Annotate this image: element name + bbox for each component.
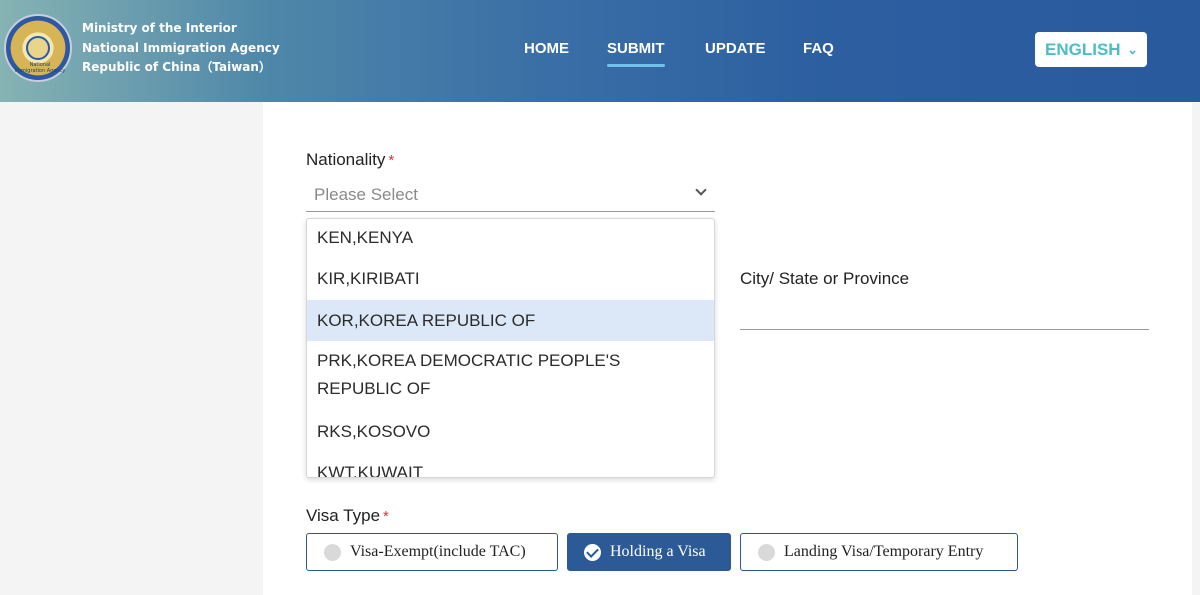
option-prk-line-1: PRK,KOREA DEMOCRATIC PEOPLE'S: [317, 351, 621, 370]
nationality-select[interactable]: Please Select: [306, 182, 715, 212]
visa-type-label-text: Visa Type: [306, 506, 381, 525]
option-kir[interactable]: KIR,KIRIBATI: [307, 259, 714, 299]
check-circle-icon: [584, 544, 601, 561]
option-prk[interactable]: PRK,KOREA DEMOCRATIC PEOPLE'S REPUBLIC O…: [307, 341, 714, 413]
city-label: City/ State or Province: [740, 269, 910, 288]
landing-visa-option[interactable]: Landing Visa/Temporary Entry: [740, 533, 1018, 571]
nav-update[interactable]: UPDATE: [705, 40, 766, 57]
required-mark: *: [383, 508, 389, 525]
city-input[interactable]: [740, 305, 1149, 330]
language-label: ENGLISH: [1045, 40, 1121, 59]
holding-visa-option[interactable]: Holding a Visa: [567, 533, 731, 571]
option-rks[interactable]: RKS,KOSOVO: [307, 412, 714, 452]
option-kor[interactable]: KOR,KOREA REPUBLIC OF: [307, 300, 714, 341]
language-select[interactable]: ENGLISH ⌄: [1035, 32, 1147, 67]
option-ken[interactable]: KEN,KENYA: [307, 219, 714, 259]
visa-exempt-label: Visa-Exempt(include TAC): [350, 543, 526, 560]
option-prk-line-2: REPUBLIC OF: [317, 379, 431, 398]
visa-type-label: Visa Type *: [306, 506, 389, 526]
nationality-label: Nationality *: [306, 150, 394, 170]
radio-icon: [324, 544, 341, 561]
agency-line-3: Republic of China（Taiwan）: [82, 60, 271, 74]
chevron-down-icon: ⌄: [1127, 42, 1138, 57]
nav-submit[interactable]: SUBMIT: [607, 40, 665, 67]
required-mark: *: [388, 152, 395, 169]
agency-name: Ministry of the Interior National Immigr…: [82, 19, 280, 78]
agency-logo[interactable]: National Immigration Agency: [4, 14, 72, 82]
holding-visa-label: Holding a Visa: [610, 543, 706, 560]
landing-visa-label: Landing Visa/Temporary Entry: [784, 543, 984, 560]
nav-home[interactable]: HOME: [524, 40, 569, 57]
visa-exempt-option[interactable]: Visa-Exempt(include TAC): [306, 533, 558, 571]
nav-faq[interactable]: FAQ: [803, 40, 834, 57]
agency-line-1: Ministry of the Interior: [82, 21, 237, 35]
nationality-placeholder: Please Select: [314, 185, 418, 204]
nationality-dropdown[interactable]: KEN,KENYA KIR,KIRIBATI KOR,KOREA REPUBLI…: [306, 218, 715, 478]
radio-icon: [758, 544, 775, 561]
option-kwt[interactable]: KWT,KUWAIT: [307, 453, 714, 477]
agency-line-2: National Immigration Agency: [82, 40, 280, 55]
logo-text: National Immigration Agency: [14, 62, 66, 74]
site-header: National Immigration Agency Ministry of …: [0, 0, 1200, 102]
nationality-label-text: Nationality: [306, 150, 386, 169]
chevron-down-icon: [695, 184, 707, 196]
globe-icon: [26, 36, 50, 60]
